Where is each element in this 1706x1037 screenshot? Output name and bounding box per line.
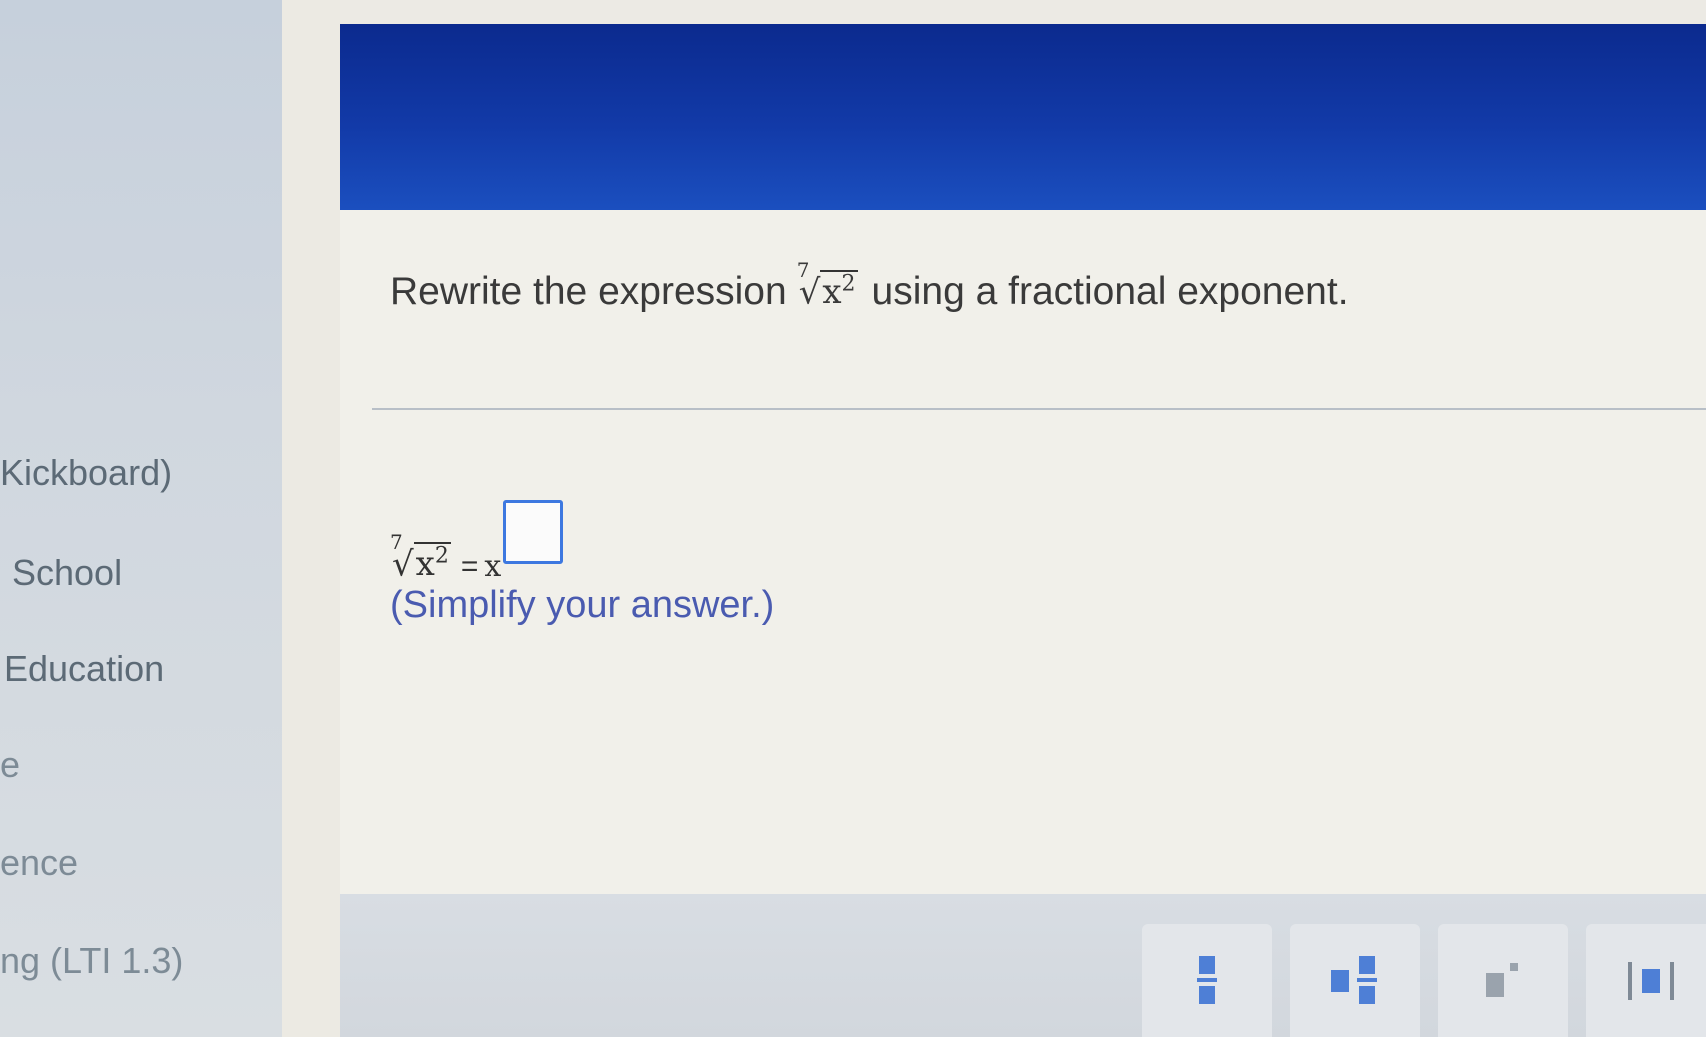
fraction-button[interactable]: [1142, 924, 1272, 1037]
absolute-value-icon: [1628, 961, 1674, 1000]
answer-radical-index: 7: [390, 529, 403, 554]
header-bar: [340, 24, 1706, 210]
sidebar-item-education[interactable]: Education: [4, 648, 164, 690]
question-prefix: Rewrite the expression: [390, 270, 787, 313]
fraction-icon: [1197, 955, 1217, 1006]
sidebar-item-partial-e[interactable]: e: [0, 744, 20, 786]
question-radical: 7 √x2: [797, 258, 858, 313]
top-strip: [340, 0, 1706, 24]
math-toolbar: [340, 894, 1706, 1037]
radical-base: x: [822, 272, 842, 313]
exponent-input-box[interactable]: [503, 500, 564, 564]
sidebar: Kickboard) School Education e ence ng (L…: [0, 0, 282, 1037]
answer-row: 7 √x2 = x: [390, 500, 564, 584]
mixed-number-button[interactable]: [1290, 924, 1420, 1037]
exponent-icon: [1486, 962, 1520, 999]
radical-power: 2: [841, 271, 856, 297]
equals-sign: =: [460, 550, 479, 583]
main-panel: Rewrite the expression 7 √x2 using a frac…: [340, 0, 1706, 1037]
simplify-hint: (Simplify your answer.): [390, 584, 775, 626]
answer-radical: 7 √x2: [390, 530, 451, 584]
answer-radical-power: 2: [434, 543, 449, 569]
sidebar-item-school[interactable]: School: [12, 552, 122, 594]
gutter: [282, 0, 340, 1037]
sidebar-item-partial-ence[interactable]: ence: [0, 842, 78, 884]
exponent-button[interactable]: [1438, 924, 1568, 1037]
question-text: Rewrite the expression 7 √x2 using a frac…: [390, 258, 1349, 314]
question-suffix: using a fractional exponent.: [871, 270, 1349, 313]
sidebar-item-lti[interactable]: ng (LTI 1.3): [0, 940, 183, 982]
mixed-number-icon: [1331, 955, 1379, 1006]
answer-radical-base: x: [415, 544, 435, 584]
absolute-value-button[interactable]: [1586, 924, 1706, 1037]
sidebar-item-kickboard[interactable]: Kickboard): [0, 452, 172, 494]
answer-base: x: [484, 549, 502, 584]
radical-index: 7: [796, 257, 810, 282]
divider: [372, 408, 1706, 410]
